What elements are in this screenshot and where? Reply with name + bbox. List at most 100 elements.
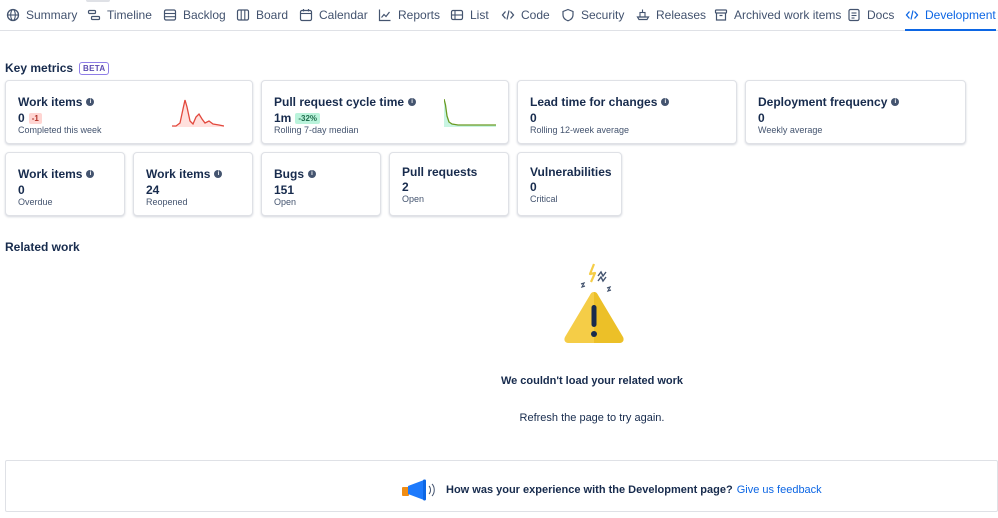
warning-illustration-icon <box>564 263 624 343</box>
metric-card-title: Deployment frequency i <box>758 95 900 109</box>
tab-summary[interactable]: Summary <box>6 0 77 30</box>
metric-title-text: Pull request cycle time <box>274 95 405 109</box>
metric-card-open-bugs[interactable]: Bugs i 151 Open <box>261 152 381 216</box>
metric-card-deployment-frequency[interactable]: Deployment frequency i 0 Weekly average <box>745 80 966 144</box>
tab-calendar[interactable]: Calendar <box>299 0 368 30</box>
metric-card-title: Bugs i <box>274 167 316 181</box>
metric-card-subtitle: Overdue <box>18 197 53 207</box>
tab-backlog-label: Backlog <box>183 8 226 22</box>
delta-badge: -32% <box>295 112 321 124</box>
tab-reports[interactable]: Reports <box>378 0 440 30</box>
metric-card-reopened-work-items[interactable]: Work items i 24 Reopened <box>133 152 253 216</box>
metric-card-subtitle: Rolling 12-week average <box>530 125 630 135</box>
key-metrics-title: Key metrics <box>5 61 74 75</box>
shield-icon <box>562 8 574 22</box>
tab-releases[interactable]: Releases <box>636 0 706 30</box>
metric-title-text: Pull requests <box>402 165 478 179</box>
metric-card-subtitle: Rolling 7-day median <box>274 125 359 135</box>
metric-title-text: Lead time for changes <box>530 95 658 109</box>
metric-card-subtitle: Weekly average <box>758 125 823 135</box>
tab-docs-label: Docs <box>867 8 895 22</box>
metric-card-value: 0 <box>530 111 537 125</box>
metric-card-title: Pull request cycle time i <box>274 95 417 109</box>
tab-board-label: Board <box>256 8 289 22</box>
info-icon[interactable]: i <box>308 170 316 178</box>
sparkline-green <box>444 99 496 127</box>
metric-card-subtitle: Completed this week <box>18 125 102 135</box>
tab-code-label: Code <box>521 8 550 22</box>
list-icon <box>450 9 464 21</box>
related-work-heading: Related work <box>5 240 80 254</box>
error-body: Refresh the page to try again. <box>519 412 665 424</box>
tab-development[interactable]: Development <box>905 0 996 31</box>
metric-card-title: Work items i <box>18 167 95 181</box>
info-icon[interactable]: i <box>661 98 670 106</box>
tab-development-label: Development <box>925 8 996 22</box>
tab-docs[interactable]: Docs <box>847 0 894 30</box>
code-icon <box>905 10 919 20</box>
code-icon <box>501 10 515 20</box>
metric-title-text: Work items <box>146 167 211 181</box>
error-title: We couldn't load your related work <box>500 375 684 387</box>
info-icon[interactable]: i <box>86 98 95 106</box>
metric-title-text: Work items <box>18 167 83 181</box>
backlog-icon <box>163 9 177 21</box>
metric-card-value: 2 <box>402 180 409 194</box>
metric-card-value: 1m -32% <box>274 111 321 125</box>
metric-value-text: 0 <box>18 183 25 197</box>
metric-card-title: Work items i <box>18 95 95 109</box>
globe-icon <box>6 8 20 22</box>
info-icon[interactable]: i <box>86 170 95 178</box>
tab-code[interactable]: Code <box>501 0 550 30</box>
metric-card-title: Vulnerabilities <box>530 165 612 179</box>
metric-value-text: 151 <box>274 183 295 197</box>
metric-title-text: Deployment frequency <box>758 95 888 109</box>
metric-card-completed-work-items[interactable]: Work items i 0 -1 Completed this week <box>5 80 253 144</box>
tab-releases-label: Releases <box>656 8 707 22</box>
sparkline-red <box>172 99 224 127</box>
tab-archived-work-items[interactable]: Archived work items <box>714 0 841 30</box>
metric-card-value: 0 -1 <box>18 111 42 125</box>
metric-card-title: Lead time for changes i <box>530 95 670 109</box>
metric-card-lead-time[interactable]: Lead time for changes i 0 Rolling 12-week… <box>517 80 737 144</box>
metric-card-subtitle: Open <box>274 197 297 207</box>
page-icon <box>848 8 860 22</box>
key-metrics-heading: Key metrics BETA <box>5 61 110 76</box>
metric-card-title: Pull requests <box>402 165 477 179</box>
metric-title-text: Work items <box>18 95 83 109</box>
archive-icon <box>714 9 728 21</box>
metric-card-value: 0 <box>18 183 25 197</box>
tab-calendar-label: Calendar <box>319 8 368 22</box>
tab-board[interactable]: Board <box>236 0 288 30</box>
metric-value-text: 0 <box>18 111 25 125</box>
info-icon[interactable]: i <box>214 170 223 178</box>
feedback-content: How was your experience with the Develop… <box>398 479 822 501</box>
metric-card-value: 151 <box>274 183 294 197</box>
delta-badge: -1 <box>28 112 42 124</box>
info-icon[interactable]: i <box>891 98 900 106</box>
tab-security-label: Security <box>581 8 625 22</box>
feedback-panel: How was your experience with the Develop… <box>5 460 998 512</box>
metric-card-subtitle: Open <box>402 194 425 204</box>
metric-card-pr-cycle-time[interactable]: Pull request cycle time i 1m -32% Rolling … <box>261 80 509 144</box>
metric-title-text: Bugs <box>274 167 304 181</box>
tab-timeline[interactable]: Timeline <box>87 0 152 30</box>
metric-card-subtitle: Reopened <box>146 197 188 207</box>
metric-title-text: Vulnerabilities <box>530 165 612 179</box>
metric-value-text: 24 <box>146 183 160 197</box>
tab-security[interactable]: Security <box>561 0 624 30</box>
metric-value-text: 1m <box>274 111 292 125</box>
give-feedback-link[interactable]: Give us feedback <box>737 484 822 496</box>
metric-card-critical-vulnerabilities[interactable]: Vulnerabilities 0 Critical <box>517 152 622 216</box>
tab-timeline-label: Timeline <box>107 8 152 22</box>
tab-archived-label: Archived work items <box>734 8 842 22</box>
beta-badge: BETA <box>79 62 110 76</box>
metric-card-open-pull-requests[interactable]: Pull requests 2 Open <box>389 152 509 216</box>
tab-list[interactable]: List <box>450 0 489 30</box>
ship-icon <box>636 9 650 21</box>
chart-line-icon <box>378 9 391 22</box>
tab-backlog[interactable]: Backlog <box>163 0 226 30</box>
info-icon[interactable]: i <box>408 98 417 106</box>
top-navigation: Summary Timeline Backlog Board Calendar … <box>0 0 998 31</box>
metric-card-overdue-work-items[interactable]: Work items i 0 Overdue <box>5 152 125 216</box>
